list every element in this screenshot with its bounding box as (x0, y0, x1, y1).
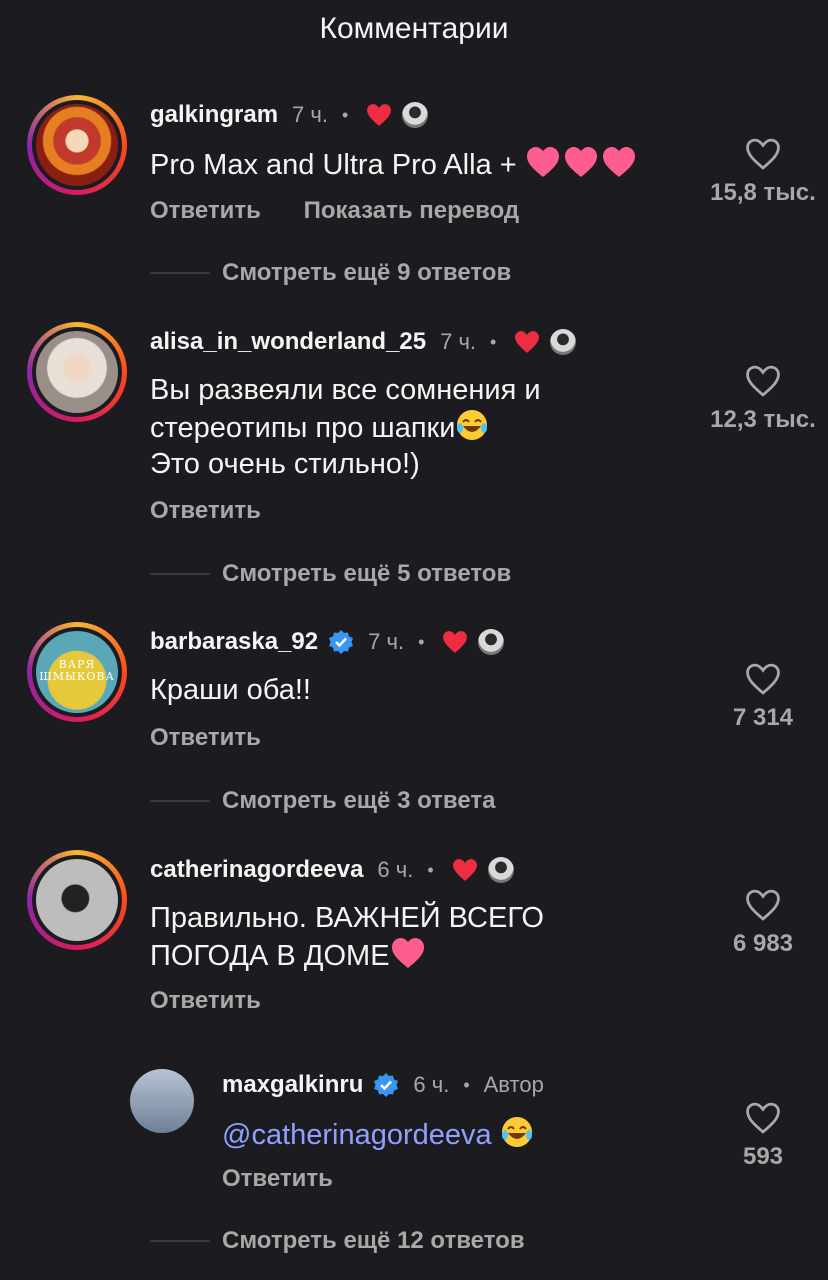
divider (150, 800, 210, 802)
creator-liked-heart-icon (515, 331, 540, 353)
like-control: 6 983 (703, 888, 823, 958)
verified-badge-icon (329, 630, 354, 654)
view-more-replies[interactable]: Смотреть ещё 5 ответов (150, 560, 511, 588)
username[interactable]: barbaraska_92 (150, 628, 318, 656)
like-control: 12,3 тыс. (703, 364, 823, 434)
avatar[interactable] (27, 850, 127, 950)
avatar[interactable] (27, 95, 127, 195)
divider (150, 573, 210, 575)
reply-button[interactable]: Ответить (150, 987, 261, 1014)
pink-heart-icon (391, 938, 424, 968)
reply-button[interactable]: Ответить (150, 724, 261, 751)
creator-mini-avatar (402, 102, 429, 128)
username[interactable]: alisa_in_wonderland_25 (150, 328, 426, 356)
comment-text: Вы развеяли все сомнения и стереотипы пр… (150, 374, 541, 480)
author-label: Автор (483, 1072, 544, 1097)
username[interactable]: galkingram (150, 101, 278, 129)
divider (150, 272, 210, 274)
username[interactable]: maxgalkinru (222, 1071, 363, 1099)
avatar[interactable] (27, 322, 127, 422)
comment-text: @catherinagordeeva (222, 1115, 782, 1153)
timestamp: 7 ч. (292, 102, 328, 127)
like-control: 593 (703, 1101, 823, 1171)
creator-liked-heart-icon (367, 104, 392, 126)
timestamp: 6 ч. (377, 857, 414, 882)
laughing-emoji-icon (501, 1117, 532, 1147)
creator-liked-heart-icon (452, 859, 477, 881)
comment-text: Краши оба!! (150, 674, 311, 706)
reply-button[interactable]: Ответить (150, 497, 261, 524)
comments-screen: Комментарии galkingram 7 ч. • Pro Max an… (0, 0, 828, 1280)
like-control: 7 314 (703, 662, 823, 732)
creator-mini-avatar (478, 629, 505, 655)
reply-button[interactable]: Ответить (222, 1165, 333, 1192)
like-heart-icon[interactable] (744, 662, 782, 696)
pink-heart-icon (526, 147, 635, 177)
creator-mini-avatar (550, 329, 577, 355)
timestamp: 7 ч. (368, 629, 405, 654)
avatar[interactable]: ВАРЯ ШМЫКОВА (27, 622, 127, 722)
creator-mini-avatar (487, 857, 514, 883)
reply-button[interactable]: Ответить (150, 197, 261, 224)
timestamp: 6 ч. (413, 1072, 450, 1097)
avatar[interactable] (130, 1069, 194, 1133)
like-count: 6 983 (732, 930, 794, 957)
view-more-replies[interactable]: Смотреть ещё 3 ответа (150, 787, 495, 815)
laughing-emoji-icon (457, 410, 488, 440)
mention-link[interactable]: @catherinagordeeva (222, 1119, 492, 1151)
like-heart-icon[interactable] (744, 364, 782, 398)
username[interactable]: catherinagordeeva (150, 856, 363, 884)
comment-text: Правильно. ВАЖНЕЙ ВСЕГО ПОГОДА В ДОМЕ (150, 902, 544, 972)
verified-badge-icon (374, 1073, 399, 1097)
like-count: 7 314 (732, 704, 794, 731)
timestamp: 7 ч. (440, 329, 477, 354)
like-control: 15,8 тыс. (703, 137, 823, 207)
page-title: Комментарии (319, 12, 509, 45)
show-translation-button[interactable]: Показать перевод (304, 197, 520, 224)
creator-liked-heart-icon (443, 631, 468, 653)
like-heart-icon[interactable] (744, 137, 782, 171)
view-more-replies[interactable]: Смотреть ещё 9 ответов (150, 259, 511, 287)
like-heart-icon[interactable] (744, 888, 782, 922)
comment-text: Pro Max and Ultra Pro Alla + (150, 145, 710, 183)
avatar-caption: ВАРЯ ШМЫКОВА (39, 658, 115, 683)
like-count: 12,3 тыс. (710, 406, 816, 433)
like-count: 593 (742, 1143, 784, 1170)
divider (150, 1240, 210, 1242)
like-heart-icon[interactable] (744, 1101, 782, 1135)
like-count: 15,8 тыс. (710, 179, 816, 206)
view-more-replies[interactable]: Смотреть ещё 12 ответов (150, 1227, 525, 1255)
